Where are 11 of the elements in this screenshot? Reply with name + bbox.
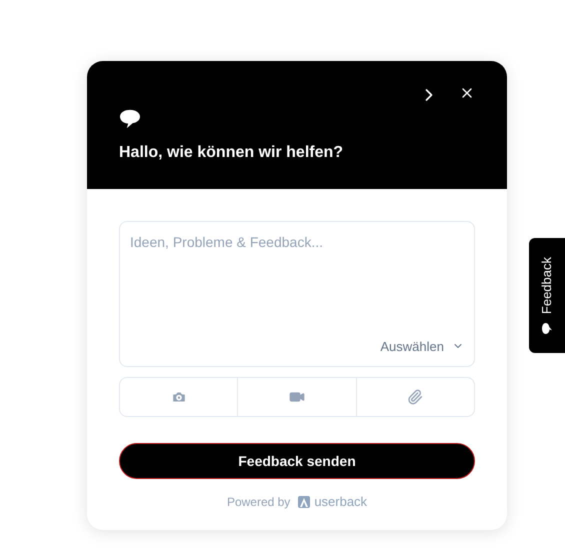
message-field[interactable]: Ideen, Probleme & Feedback... Auswählen (119, 221, 475, 367)
panel-title: Hallo, wie können wir helfen? (119, 143, 344, 163)
brand-link[interactable]: userback (298, 493, 368, 510)
feedback-side-tab[interactable]: Feedback (529, 238, 565, 353)
category-dropdown[interactable]: Auswählen (380, 336, 464, 356)
speech-bubble-icon (119, 109, 141, 129)
powered-by-text: Powered by (226, 494, 290, 510)
speech-bubble-icon (542, 322, 552, 334)
paperclip-icon (407, 389, 424, 405)
brand-logo-icon (298, 496, 310, 508)
submit-button[interactable]: Feedback senden (119, 443, 475, 479)
